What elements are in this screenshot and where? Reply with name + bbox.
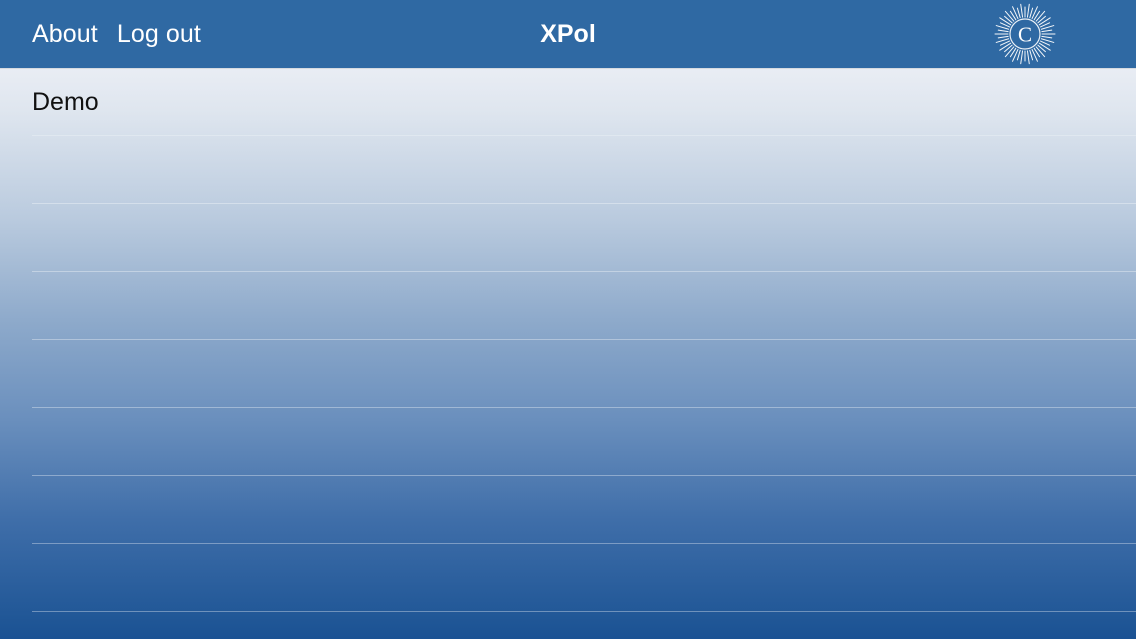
list-item-empty[interactable] bbox=[0, 136, 1136, 204]
list-item-empty[interactable] bbox=[0, 408, 1136, 476]
list-item-empty[interactable] bbox=[0, 340, 1136, 408]
row-separator bbox=[32, 611, 1136, 612]
list-item-empty[interactable] bbox=[0, 476, 1136, 544]
list-item-empty[interactable] bbox=[0, 544, 1136, 612]
nav-left-buttons: About Log out bbox=[32, 0, 201, 68]
about-button[interactable]: About bbox=[32, 20, 98, 49]
list-item-empty[interactable] bbox=[0, 272, 1136, 340]
list-item-label: Demo bbox=[32, 88, 99, 116]
app-screen: About Log out XPol C Demo bbox=[0, 0, 1136, 639]
sunburst-logo-icon: C bbox=[994, 3, 1056, 65]
logout-button[interactable]: Log out bbox=[117, 20, 201, 49]
list-item-demo[interactable]: Demo bbox=[0, 68, 1136, 136]
item-list: Demo bbox=[0, 68, 1136, 639]
logo-letter: C bbox=[1018, 23, 1032, 47]
navigation-bar: About Log out XPol C bbox=[0, 0, 1136, 68]
list-item-empty[interactable] bbox=[0, 204, 1136, 272]
